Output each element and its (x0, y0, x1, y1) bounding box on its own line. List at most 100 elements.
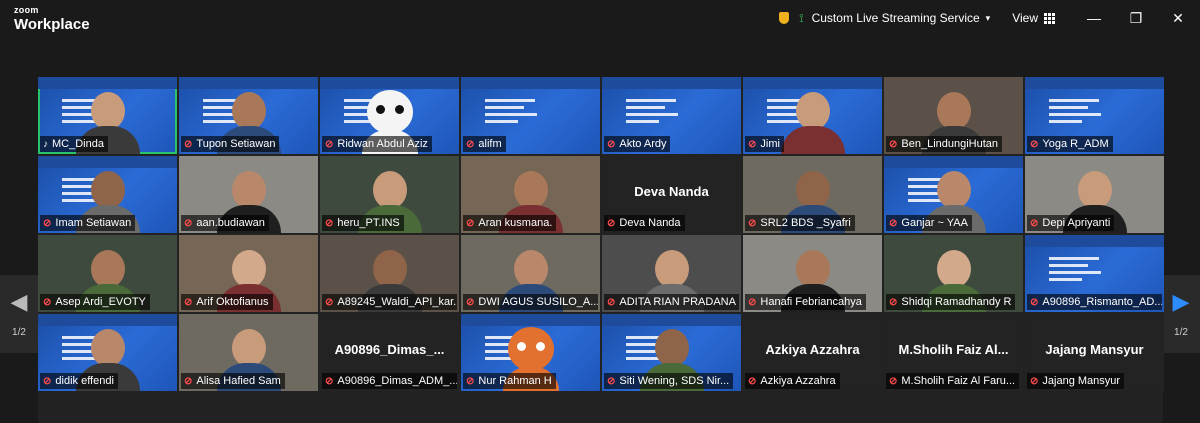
participant-tile[interactable]: ⊘ Imam Setiawan (38, 156, 177, 233)
participant-tile[interactable]: ⊘ Hanafi Febriancahya (743, 235, 882, 312)
participant-tile[interactable]: A90896_Dimas_... ⊘ A90896_Dimas_ADM_... (320, 314, 459, 391)
participant-label: ⊘ DWI AGUS SUSILO_A... (463, 294, 598, 310)
mic-muted-icon: ⊘ (1030, 217, 1039, 229)
slide-header (461, 77, 600, 89)
participant-tile[interactable]: ⊘ A90896_Rismanto_AD... (1025, 235, 1164, 312)
mic-muted-icon: ⊘ (607, 296, 616, 308)
mic-muted-icon: ⊘ (1030, 375, 1039, 387)
participant-label: ⊘ Jimi (745, 136, 784, 152)
participant-label: ⊘ A89245_Waldi_API_kar... (322, 294, 457, 310)
mic-muted-icon: ⊘ (889, 217, 898, 229)
participant-tile[interactable]: ⊘ Shidqi Ramadhandy R (884, 235, 1023, 312)
view-button[interactable]: View (1012, 11, 1055, 25)
mic-muted-icon: ⊘ (607, 375, 616, 387)
mic-muted-icon: ⊘ (184, 217, 193, 229)
mic-muted-icon: ⊘ (43, 375, 52, 387)
participant-tile[interactable]: ⊘ Depi Apriyanti (1025, 156, 1164, 233)
participant-name: Shidqi Ramadhandy R (901, 296, 1012, 308)
participant-name: Akto Ardy (619, 138, 667, 150)
slide-header (461, 314, 600, 326)
participant-label: ⊘ Depi Apriyanti (1027, 215, 1115, 231)
participant-tile[interactable]: ⊘ Aran kusmana. (461, 156, 600, 233)
participant-name: Jimi (760, 138, 780, 150)
participant-label: ⊘ aan.budiawan (181, 215, 269, 231)
page-indicator-right: 1/2 (1174, 327, 1188, 338)
participant-tile[interactable]: ⊘ Ben_LindungiHutan (884, 77, 1023, 154)
shield-icon[interactable] (779, 12, 790, 24)
participant-tile[interactable]: ⊘ alifm (461, 77, 600, 154)
restore-icon[interactable]: ❐ (1120, 10, 1152, 27)
participant-name: A89245_Waldi_API_kar... (337, 296, 457, 308)
participant-label: ⊘ Jajang Mansyur (1027, 373, 1125, 389)
participant-label: ⊘ Imam Setiawan (40, 215, 136, 231)
mic-muted-icon: ⊘ (184, 296, 193, 308)
streaming-status[interactable]: Custom Live Streaming Service ▾ (812, 11, 991, 25)
participant-label: ⊘ ADITA RIAN PRADANA (604, 294, 739, 310)
participant-tile[interactable]: ⊘ Jimi (743, 77, 882, 154)
participant-tile[interactable]: ⊘ Yoga R_ADM (1025, 77, 1164, 154)
participant-tile[interactable]: Jajang Mansyur ⊘ Jajang Mansyur (1025, 314, 1164, 391)
participant-name: A90896_Dimas_ADM_... (337, 375, 457, 387)
participant-name: M.Sholih Faiz Al Faru... (901, 375, 1016, 387)
participant-label: ⊘ Alisa Hafied Sam (181, 373, 285, 389)
participant-tile[interactable]: ⊘ Alisa Hafied Sam (179, 314, 318, 391)
participant-tile[interactable]: Deva Nanda ⊘ Deva Nanda (602, 156, 741, 233)
participant-name: ADITA RIAN PRADANA (619, 296, 736, 308)
participant-tile[interactable]: ⊘ Siti Wening, SDS Nir... (602, 314, 741, 391)
participant-tile[interactable]: ♪ MC_Dinda (38, 77, 177, 154)
participant-tile[interactable]: ⊘ didik effendi (38, 314, 177, 391)
mic-muted-icon: ⊘ (1030, 296, 1039, 308)
participant-name: Depi Apriyanti (1042, 217, 1111, 229)
participant-tile[interactable]: ⊘ DWI AGUS SUSILO_A... (461, 235, 600, 312)
participant-label: ⊘ alifm (463, 136, 506, 152)
mic-muted-icon: ⊘ (325, 217, 334, 229)
participant-name: SRL2 BDS _Syafri (760, 217, 851, 229)
participant-name: MC_Dinda (52, 138, 104, 150)
participant-tile[interactable]: ⊘ A89245_Waldi_API_kar... (320, 235, 459, 312)
participant-tile[interactable]: ⊘ Nur Rahman H (461, 314, 600, 391)
participant-tile[interactable]: ⊘ Akto Ardy (602, 77, 741, 154)
participant-tile[interactable]: M.Sholih Faiz Al... ⊘ M.Sholih Faiz Al Far… (884, 314, 1023, 391)
arrow-right-icon: ▶ (1172, 289, 1190, 314)
participant-tile[interactable]: ⊘ aan.budiawan (179, 156, 318, 233)
page-next-button[interactable]: ▶ 1/2 (1162, 275, 1200, 353)
slide-header (1025, 235, 1164, 247)
slide-header (602, 314, 741, 326)
participant-tile[interactable]: ⊘ heru_PT.INS (320, 156, 459, 233)
participant-name: DWI AGUS SUSILO_A... (478, 296, 598, 308)
participant-name: Aran kusmana. (478, 217, 553, 229)
participant-tile[interactable]: ⊘ Arif Oktofianus (179, 235, 318, 312)
streaming-label: Custom Live Streaming Service (811, 11, 980, 25)
participant-tile[interactable]: ⊘ Tupon Setiawan (179, 77, 318, 154)
slide-header (38, 156, 177, 168)
participant-name: Hanafi Febriancahya (760, 296, 862, 308)
participant-label: ⊘ heru_PT.INS (322, 215, 404, 231)
mic-muted-icon: ⊘ (748, 375, 757, 387)
signal-icon: ⟟ (799, 10, 804, 25)
close-icon[interactable]: ✕ (1162, 10, 1194, 27)
participant-tile[interactable]: ⊘ Asep Ardi_EVOTY (38, 235, 177, 312)
mic-muted-icon: ⊘ (466, 296, 475, 308)
participant-tile[interactable]: ⊘ ADITA RIAN PRADANA (602, 235, 741, 312)
participant-video (780, 92, 845, 154)
participant-tile[interactable]: ⊘ Ridwan Abdul Aziz (320, 77, 459, 154)
chevron-down-icon: ▾ (985, 12, 991, 23)
slide-text (1049, 257, 1104, 285)
participant-name: Deva Nanda (619, 217, 681, 229)
slide-header (179, 77, 318, 89)
participant-label: ⊘ A90896_Rismanto_AD... (1027, 294, 1162, 310)
participant-tile[interactable]: ⊘ SRL2 BDS _Syafri (743, 156, 882, 233)
minimize-icon[interactable]: — (1078, 10, 1110, 26)
participant-label: ⊘ Hanafi Febriancahya (745, 294, 866, 310)
logo-line2: Workplace (14, 16, 90, 33)
participant-name: A90896_Rismanto_AD... (1042, 296, 1162, 308)
participant-name-large: A90896_Dimas_... (334, 342, 445, 357)
participant-label: ⊘ Azkiya Azzahra (745, 373, 840, 389)
participant-label: ⊘ didik effendi (40, 373, 118, 389)
page-prev-button[interactable]: ◀ 1/2 (0, 275, 38, 353)
grid-icon (1044, 13, 1055, 24)
participant-tile[interactable]: Azkiya Azzahra ⊘ Azkiya Azzahra (743, 314, 882, 391)
participant-tile[interactable]: ⊘ Ganjar ~ YAA (884, 156, 1023, 233)
participant-label: ⊘ SRL2 BDS _Syafri (745, 215, 855, 231)
mic-muted-icon: ⊘ (607, 138, 616, 150)
